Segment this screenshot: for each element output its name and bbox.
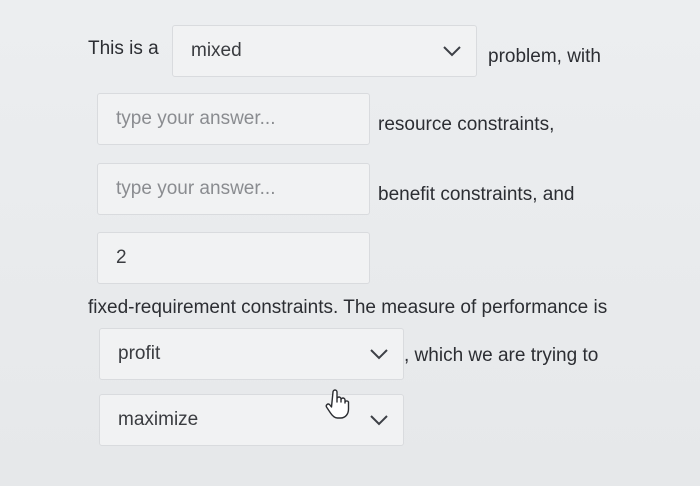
objective-value: maximize — [118, 409, 199, 430]
resource-constraints-placeholder: type your answer... — [116, 108, 276, 129]
benefit-constraints-input[interactable]: type your answer... — [97, 163, 370, 215]
problem-type-select[interactable]: mixed — [172, 25, 477, 77]
fixed-requirement-value: 2 — [116, 247, 127, 268]
chevron-down-icon — [369, 347, 389, 361]
objective-select[interactable]: maximize — [99, 394, 404, 446]
resource-constraints-label: resource constraints, — [378, 114, 555, 135]
resource-constraints-input[interactable]: type your answer... — [97, 93, 370, 145]
chevron-down-icon — [369, 413, 389, 427]
benefit-constraints-placeholder: type your answer... — [116, 178, 276, 199]
hand-pointer-icon — [324, 389, 350, 426]
measure-sentence: fixed-requirement constraints. The measu… — [88, 297, 608, 318]
question-page: This is a mixed problem, with type your … — [0, 0, 700, 486]
after-measure-text: , which we are trying to — [404, 345, 599, 366]
measure-value: profit — [118, 343, 161, 364]
problem-type-value: mixed — [191, 40, 242, 61]
chevron-down-icon — [442, 44, 462, 58]
fixed-requirement-input[interactable]: 2 — [97, 232, 370, 284]
problem-suffix-text: problem, with — [488, 46, 601, 67]
prefix-text: This is a — [88, 38, 159, 59]
benefit-constraints-label: benefit constraints, and — [378, 184, 575, 205]
measure-select[interactable]: profit — [99, 328, 404, 380]
